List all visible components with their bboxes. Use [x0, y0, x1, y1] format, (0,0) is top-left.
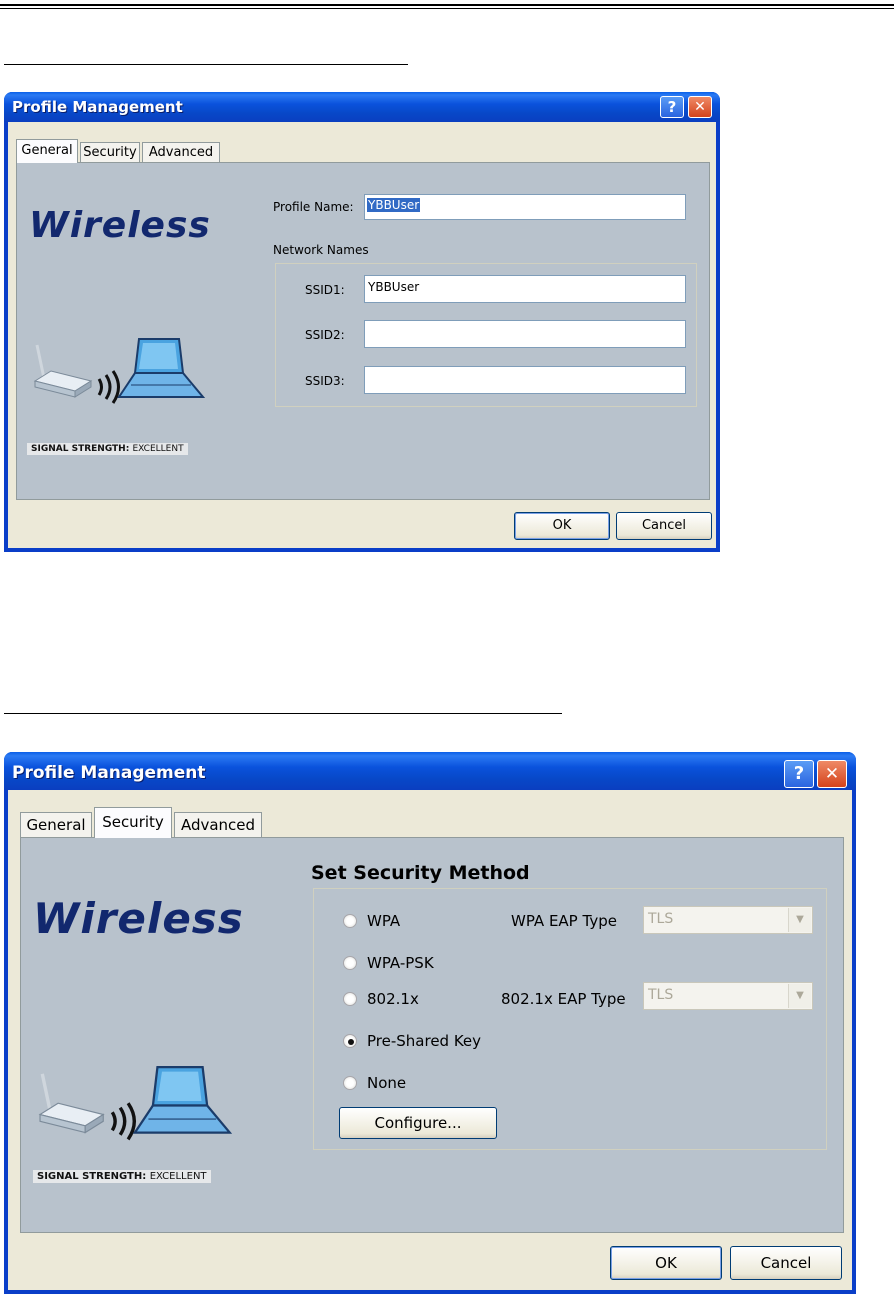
wireless-logo: Wireless: [33, 894, 244, 943]
radio-wpa-psk-label: WPA-PSK: [367, 954, 434, 972]
dialog-client-area: General Security Advanced Wireless SIGNA…: [8, 790, 852, 1290]
8021x-eap-type-select[interactable]: TLS ▼: [643, 982, 813, 1010]
tab-general-label: General: [21, 143, 73, 158]
signal-strength-value: EXCELLENT: [132, 444, 184, 454]
radio-wpa-label: WPA: [367, 912, 401, 930]
title-bar: Profile Management ? ✕: [4, 92, 720, 122]
window-title: Profile Management: [12, 98, 183, 116]
ssid2-label: SSID2:: [305, 328, 345, 342]
tab-advanced-label: Advanced: [180, 816, 256, 834]
signal-strength-label: SIGNAL STRENGTH:: [37, 1171, 147, 1182]
tab-security[interactable]: Security: [80, 142, 140, 163]
ssid3-input[interactable]: [364, 366, 686, 394]
chevron-down-icon: ▼: [788, 984, 811, 1008]
top-rule-thick: [0, 4, 894, 6]
radio-none-label: None: [367, 1074, 407, 1092]
radio-8021x-label: 802.1x: [367, 990, 419, 1008]
ok-button[interactable]: OK: [610, 1246, 722, 1280]
radio-pre-shared-key-label: Pre-Shared Key: [367, 1032, 482, 1050]
chevron-down-icon: ▼: [788, 908, 811, 932]
configure-button[interactable]: Configure...: [339, 1107, 497, 1139]
tab-security[interactable]: Security: [94, 807, 172, 838]
radio-pre-shared-key[interactable]: [343, 1034, 357, 1048]
radio-wpa[interactable]: [343, 914, 357, 928]
profile-name-input[interactable]: YBBUser: [364, 194, 686, 220]
window-title: Profile Management: [12, 763, 206, 783]
signal-strength-value: EXCELLENT: [149, 1171, 207, 1182]
signal-strength-badge: SIGNAL STRENGTH: EXCELLENT: [33, 1170, 211, 1183]
caption-underline-1: [4, 64, 408, 65]
wpa-eap-type-value: TLS: [648, 911, 674, 927]
tab-advanced[interactable]: Advanced: [174, 812, 262, 838]
signal-waves-icon: [97, 370, 120, 404]
router-icon: [33, 344, 93, 398]
radio-none[interactable]: [343, 1076, 357, 1090]
ssid1-value: YBBUser: [368, 280, 420, 294]
help-icon: ?: [793, 763, 805, 784]
caption-underline-2: [4, 713, 562, 714]
tab-advanced-label: Advanced: [148, 145, 214, 160]
tab-panel-security: Wireless SIGNAL STRENGTH: EXCELLENT Set …: [20, 837, 844, 1233]
profile-management-dialog-security: Profile Management ? ✕ General Security …: [4, 752, 856, 1294]
tab-general-label: General: [26, 816, 86, 834]
cancel-button[interactable]: Cancel: [730, 1246, 842, 1280]
tab-security-label: Security: [102, 813, 164, 831]
tab-advanced[interactable]: Advanced: [142, 142, 220, 163]
router-laptop-illustration: [38, 1065, 233, 1141]
ssid1-input[interactable]: YBBUser: [364, 275, 686, 303]
close-icon: ✕: [824, 764, 840, 784]
close-button[interactable]: ✕: [688, 96, 712, 118]
dialog-client-area: General Security Advanced Wireless SIGNA…: [8, 122, 716, 548]
close-icon: ✕: [694, 99, 706, 115]
ssid3-label: SSID3:: [305, 374, 345, 388]
title-bar: Profile Management ? ✕: [4, 752, 856, 790]
tab-panel-general: Wireless SIGNAL STRENGTH: EXCELLENT Prof…: [16, 162, 710, 500]
profile-name-value: YBBUser: [367, 198, 421, 212]
profile-name-label: Profile Name:: [273, 200, 354, 214]
signal-strength-label: SIGNAL STRENGTH:: [31, 444, 130, 454]
router-icon: [38, 1073, 105, 1134]
wpa-eap-type-select[interactable]: TLS ▼: [643, 906, 813, 934]
8021x-eap-type-label: 802.1x EAP Type: [501, 990, 626, 1008]
laptop-icon: [117, 338, 206, 398]
radio-wpa-psk[interactable]: [343, 956, 357, 970]
help-button[interactable]: ?: [660, 96, 684, 118]
ssid1-label: SSID1:: [305, 283, 345, 297]
wireless-logo: Wireless: [29, 205, 211, 246]
signal-waves-icon: [110, 1102, 136, 1141]
ssid2-input[interactable]: [364, 320, 686, 348]
ok-button[interactable]: OK: [514, 512, 610, 540]
cancel-button[interactable]: Cancel: [616, 512, 712, 540]
radio-8021x[interactable]: [343, 992, 357, 1006]
8021x-eap-type-value: TLS: [648, 987, 674, 1003]
close-button[interactable]: ✕: [817, 760, 847, 788]
network-names-label: Network Names: [273, 243, 369, 257]
top-rule-thin: [0, 8, 894, 9]
profile-management-dialog-general: Profile Management ? ✕ General Security …: [4, 92, 720, 552]
help-icon: ?: [667, 98, 677, 116]
tab-general[interactable]: General: [20, 812, 92, 838]
set-security-method-heading: Set Security Method: [311, 862, 530, 884]
router-laptop-illustration: [33, 338, 206, 404]
tab-general[interactable]: General: [16, 139, 78, 163]
laptop-icon: [132, 1065, 233, 1134]
help-button[interactable]: ?: [784, 760, 814, 788]
wpa-eap-type-label: WPA EAP Type: [511, 912, 617, 930]
signal-strength-badge: SIGNAL STRENGTH: EXCELLENT: [27, 443, 188, 455]
tab-security-label: Security: [83, 145, 137, 160]
